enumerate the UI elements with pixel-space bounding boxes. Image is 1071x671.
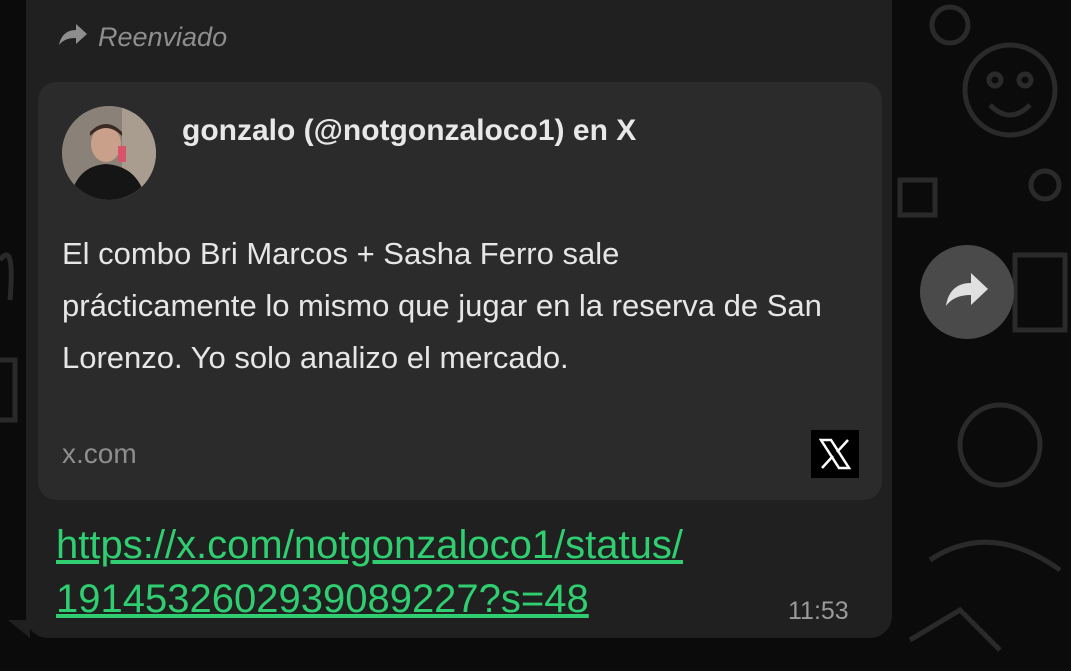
preview-title: gonzalo (@notgonzaloco1) en X xyxy=(182,114,637,147)
preview-description: El combo Bri Marcos + Sasha Ferro sale p… xyxy=(62,236,822,375)
preview-domain: x.com xyxy=(62,438,137,469)
forwarded-label: Reenviado xyxy=(98,22,228,52)
forward-arrow-icon xyxy=(58,22,98,53)
link-preview-card[interactable]: gonzalo (@notgonzaloco1) en X El combo B… xyxy=(38,82,882,500)
forwarded-indicator: Reenviado xyxy=(58,22,227,53)
link-line-2[interactable]: 1914532602939089227?s=48 xyxy=(56,572,683,626)
message-bubble-tail xyxy=(8,620,30,638)
link-line-1[interactable]: https://x.com/notgonzaloco1/status/ xyxy=(56,518,683,572)
x-logo-icon xyxy=(811,430,859,478)
preview-avatar xyxy=(62,106,156,200)
message-timestamp: 11:53 xyxy=(788,597,849,625)
message-link[interactable]: https://x.com/notgonzaloco1/status/ 1914… xyxy=(56,518,683,626)
share-button[interactable] xyxy=(920,245,1014,339)
share-arrow-icon xyxy=(944,271,990,314)
